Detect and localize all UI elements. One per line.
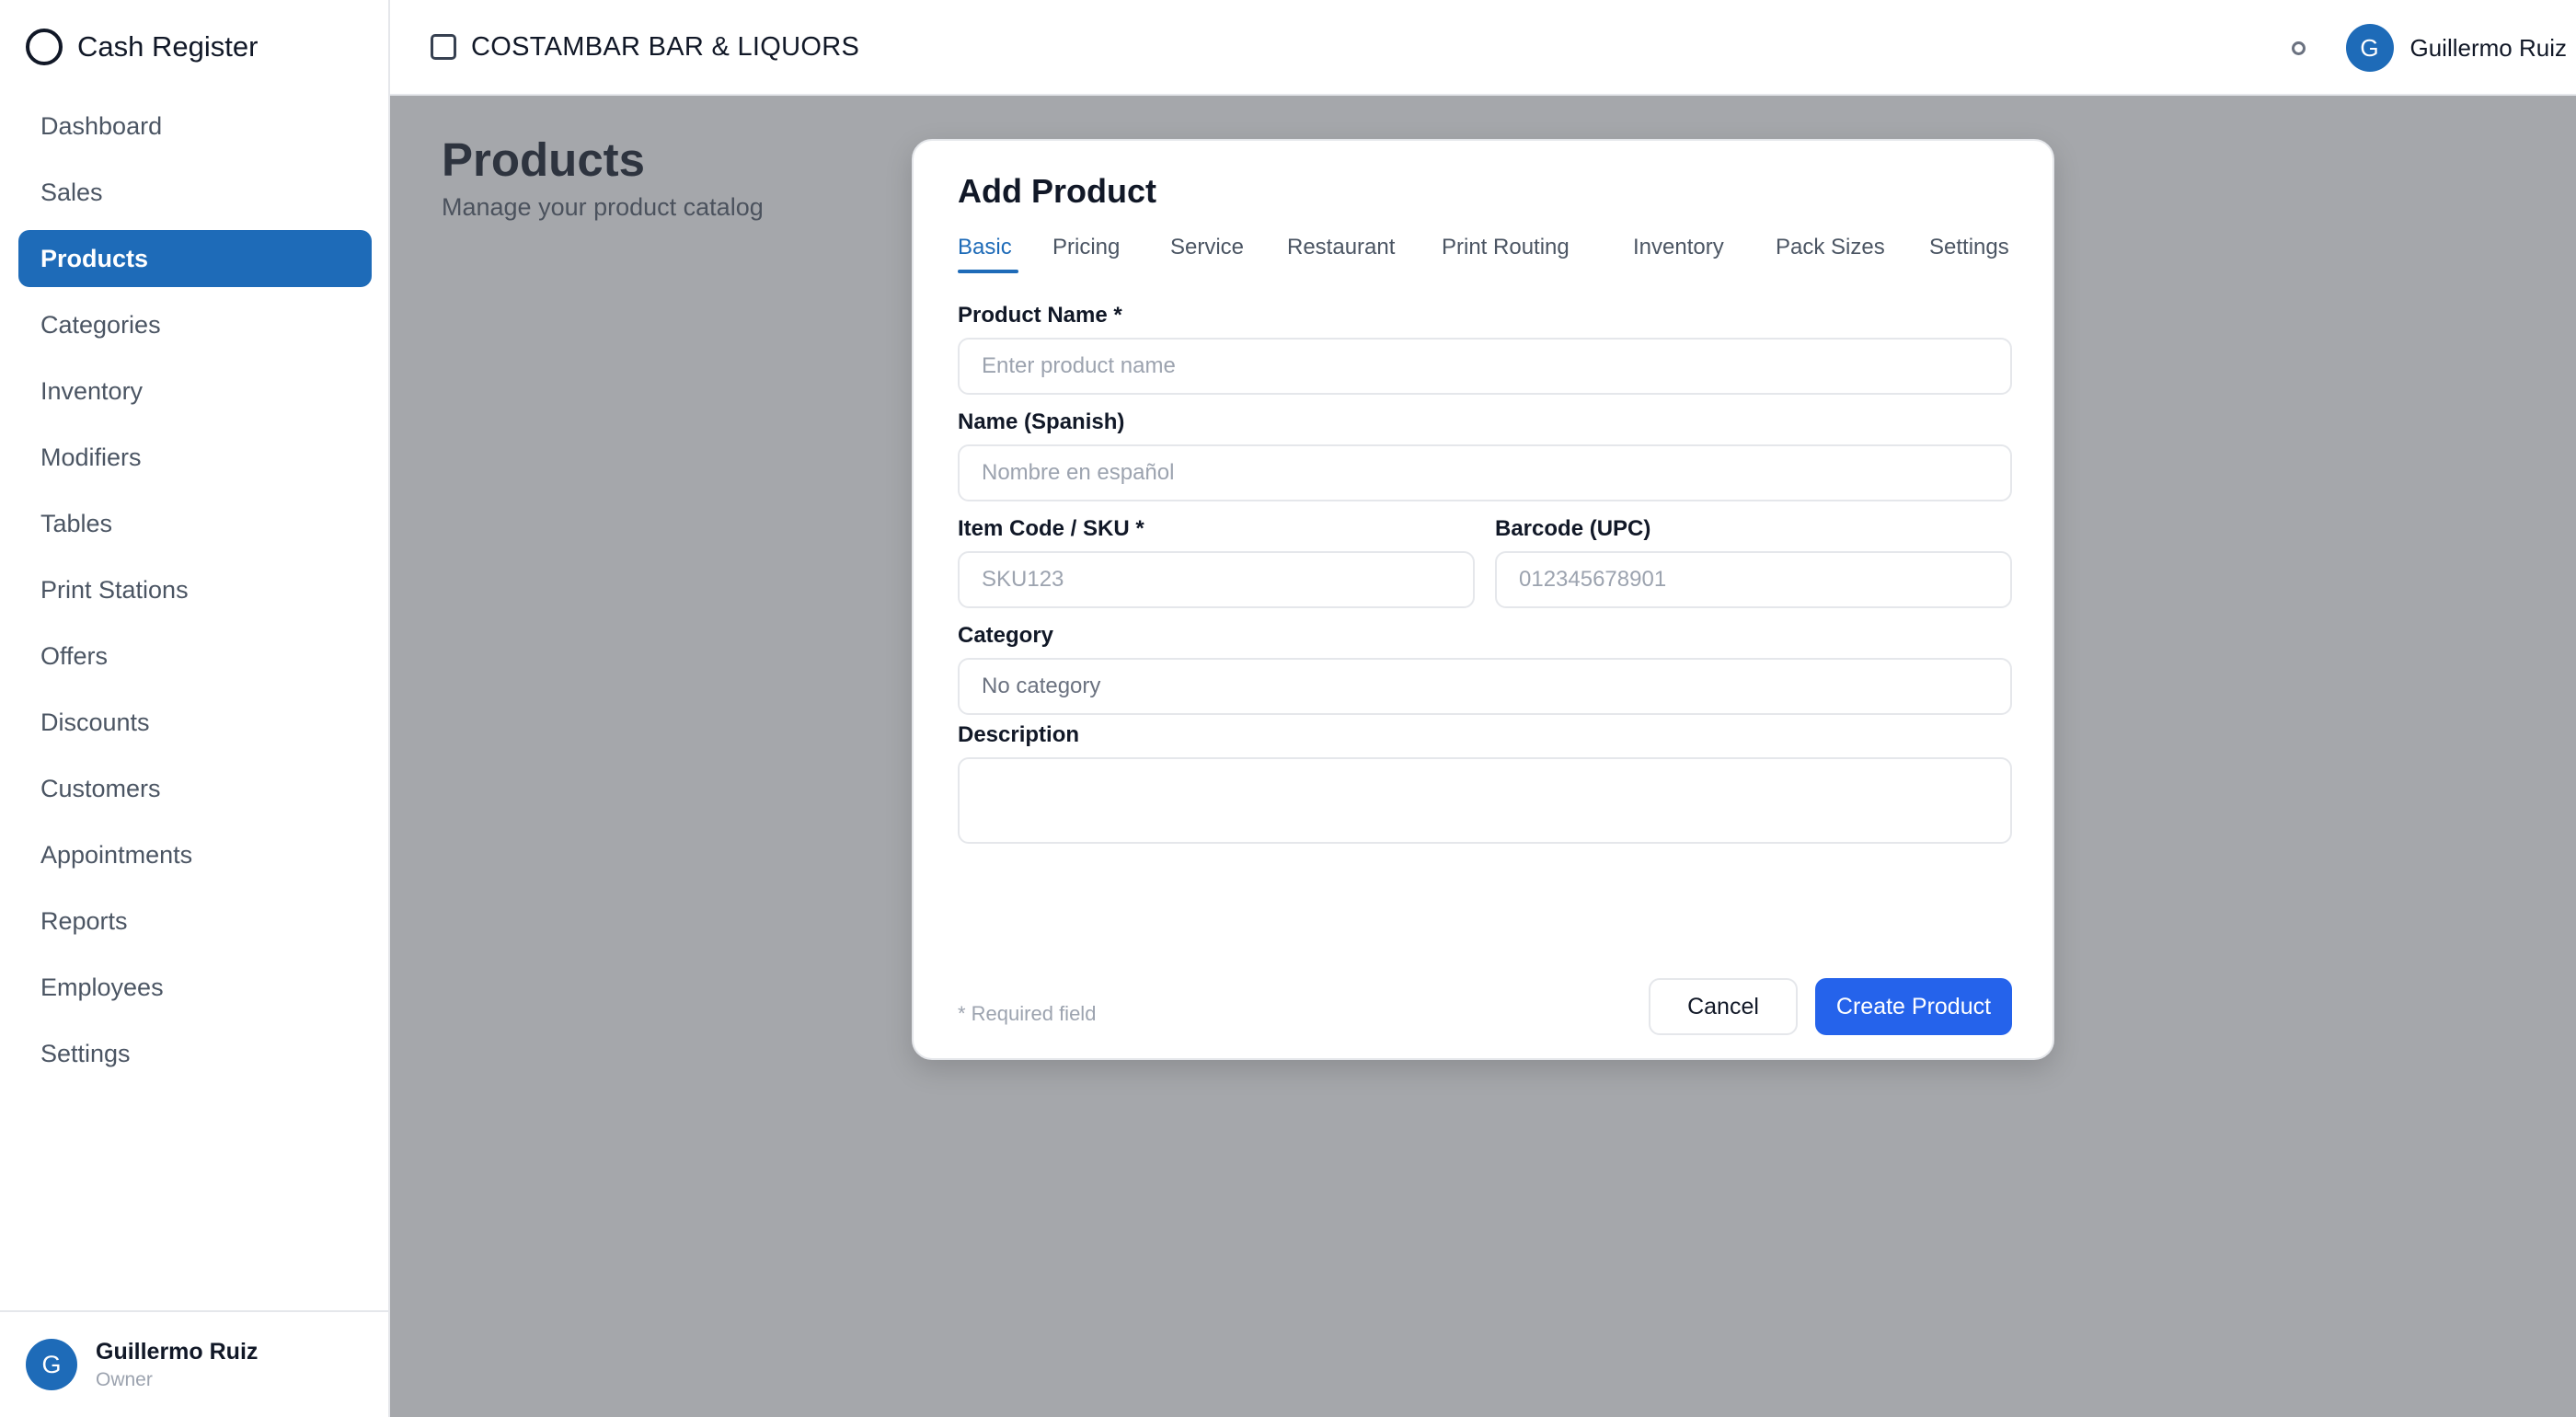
sidebar-item-label: Offers xyxy=(40,641,109,670)
description-textarea[interactable] xyxy=(958,757,2012,844)
product-name-input[interactable] xyxy=(958,338,2012,395)
sidebar-item-label: Sales xyxy=(40,178,103,206)
sidebar: Cash Register Dashboard Sales Products C… xyxy=(0,0,390,1417)
avatar: G xyxy=(2345,24,2394,72)
required-field-note: * Required field xyxy=(958,1002,1097,1025)
sidebar-item-dashboard[interactable]: Dashboard xyxy=(18,98,372,155)
store-selector[interactable]: COSTAMBAR BAR & LIQUORS xyxy=(431,28,859,66)
sidebar-item-label: Discounts xyxy=(40,708,150,736)
avatar: G xyxy=(26,1339,77,1390)
header-user-menu[interactable]: G Guillermo Ruiz xyxy=(2345,24,2568,72)
tab-basic[interactable]: Basic xyxy=(958,235,1012,260)
tab-inventory[interactable]: Inventory xyxy=(1633,235,1724,260)
sidebar-item-appointments[interactable]: Appointments xyxy=(18,826,372,883)
sidebar-item-label: Reports xyxy=(40,906,128,935)
user-info: Guillermo Ruiz Owner xyxy=(96,1339,258,1391)
sku-input[interactable] xyxy=(958,551,1475,608)
sidebar-item-products[interactable]: Products xyxy=(18,230,372,287)
create-product-button[interactable]: Create Product xyxy=(1815,978,2012,1035)
sidebar-item-sales[interactable]: Sales xyxy=(18,164,372,221)
tab-restaurant[interactable]: Restaurant xyxy=(1287,235,1395,260)
dialog-title: Add Product xyxy=(958,172,1156,210)
sidebar-item-reports[interactable]: Reports xyxy=(18,893,372,950)
description-label: Description xyxy=(958,722,1080,747)
product-name-label: Product Name * xyxy=(958,303,1122,328)
dialog-tabs: Basic Pricing Service Restaurant Print R… xyxy=(958,235,2012,279)
name-spanish-label: Name (Spanish) xyxy=(958,409,1125,434)
tab-service[interactable]: Service xyxy=(1170,235,1244,260)
active-tab-indicator xyxy=(958,270,1018,273)
sidebar-item-label: Settings xyxy=(40,1039,131,1067)
sidebar-user-card[interactable]: G Guillermo Ruiz Owner xyxy=(0,1310,388,1417)
user-name: Guillermo Ruiz xyxy=(96,1338,259,1365)
app-brand[interactable]: Cash Register xyxy=(26,28,258,66)
sidebar-item-label: Dashboard xyxy=(40,111,163,140)
barcode-label: Barcode (UPC) xyxy=(1495,516,1651,541)
header-user-name: Guillermo Ruiz xyxy=(2409,33,2568,62)
sidebar-item-offers[interactable]: Offers xyxy=(18,628,372,685)
sidebar-item-label: Products xyxy=(40,244,149,272)
sidebar-item-label: Appointments xyxy=(40,840,193,869)
status-dot-icon[interactable] xyxy=(2292,41,2306,55)
sidebar-item-label: Employees xyxy=(40,973,164,1001)
store-name: COSTAMBAR BAR & LIQUORS xyxy=(471,31,860,62)
sidebar-item-label: Tables xyxy=(40,509,113,537)
sidebar-item-inventory[interactable]: Inventory xyxy=(18,363,372,420)
tab-pack-sizes[interactable]: Pack Sizes xyxy=(1776,235,1885,260)
category-select[interactable]: No category xyxy=(958,658,2012,715)
tab-settings[interactable]: Settings xyxy=(1929,235,2009,260)
sidebar-item-label: Customers xyxy=(40,774,161,802)
sidebar-item-customers[interactable]: Customers xyxy=(18,760,372,817)
sidebar-item-label: Print Stations xyxy=(40,575,189,604)
sidebar-item-label: Modifiers xyxy=(40,443,142,471)
name-spanish-input[interactable] xyxy=(958,444,2012,501)
sidebar-nav: Dashboard Sales Products Categories Inve… xyxy=(18,98,372,1091)
barcode-input[interactable] xyxy=(1495,551,2012,608)
category-select-value: No category xyxy=(982,674,1101,698)
tab-pricing[interactable]: Pricing xyxy=(1052,235,1120,260)
sidebar-item-categories[interactable]: Categories xyxy=(18,296,372,353)
category-label: Category xyxy=(958,623,1054,648)
tab-print-routing[interactable]: Print Routing xyxy=(1442,235,1570,260)
sidebar-item-settings[interactable]: Settings xyxy=(18,1025,372,1082)
user-role: Owner xyxy=(96,1368,153,1390)
cancel-button[interactable]: Cancel xyxy=(1649,978,1798,1035)
add-product-dialog: Add Product Basic Pricing Service Restau… xyxy=(912,139,2054,1060)
sidebar-item-employees[interactable]: Employees xyxy=(18,959,372,1016)
sku-label: Item Code / SKU * xyxy=(958,516,1144,541)
sidebar-item-tables[interactable]: Tables xyxy=(18,495,372,552)
sidebar-item-label: Inventory xyxy=(40,376,144,405)
sidebar-item-discounts[interactable]: Discounts xyxy=(18,694,372,751)
sidebar-item-label: Categories xyxy=(40,310,161,339)
sidebar-item-modifiers[interactable]: Modifiers xyxy=(18,429,372,486)
top-header: COSTAMBAR BAR & LIQUORS G Guillermo Ruiz xyxy=(390,0,2576,96)
sidebar-item-print-stations[interactable]: Print Stations xyxy=(18,561,372,618)
store-checkbox-icon[interactable] xyxy=(431,34,456,60)
app-title: Cash Register xyxy=(77,30,259,63)
logo-circle-icon xyxy=(26,29,63,65)
